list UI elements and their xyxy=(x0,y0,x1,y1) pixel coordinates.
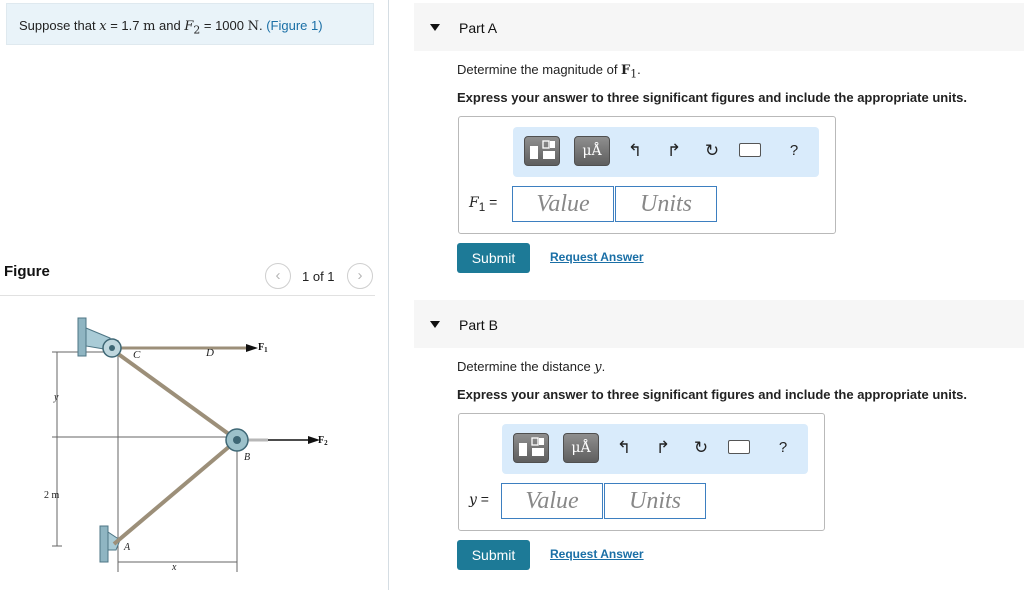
wall-support-bottom xyxy=(99,525,109,563)
caret-down-icon[interactable] xyxy=(430,321,440,328)
undo-icon[interactable]: ↰ xyxy=(613,436,635,460)
units-button[interactable]: μÅ xyxy=(563,433,599,463)
problem-unit-n: N xyxy=(247,19,259,34)
part-a-prompt-variable: F xyxy=(621,63,631,78)
caret-down-icon[interactable] xyxy=(430,24,440,31)
problem-statement: Suppose that x = 1.7 m and F2 = 1000 N. … xyxy=(6,3,374,45)
problem-x-value: = 1.7 xyxy=(106,18,144,33)
part-a-variable: F xyxy=(469,195,479,211)
part-a-submit-button[interactable]: Submit xyxy=(457,243,530,273)
keyboard-icon[interactable] xyxy=(739,143,761,157)
part-b-answer-box: μÅ ↰ ↱ ↻ ? y = Value Units xyxy=(458,413,825,531)
templates-button[interactable] xyxy=(524,136,560,166)
part-b-submit-button[interactable]: Submit xyxy=(457,540,530,570)
cable-cb xyxy=(108,346,239,442)
label-x: x xyxy=(171,562,177,573)
problem-f2-variable: F xyxy=(184,19,194,34)
templates-icon xyxy=(530,140,555,159)
pager-count: 1 of 1 xyxy=(302,269,335,284)
label-y: y xyxy=(53,392,59,403)
part-a-equals: = xyxy=(485,194,498,210)
part-b-instruction: Express your answer to three significant… xyxy=(457,387,967,402)
label-c: C xyxy=(133,349,141,361)
undo-icon[interactable]: ↰ xyxy=(624,139,646,163)
chevron-right-icon[interactable]: › xyxy=(347,263,373,289)
templates-button[interactable] xyxy=(513,433,549,463)
help-icon[interactable]: ? xyxy=(772,436,794,460)
part-a-prompt-text: Determine the magnitude of xyxy=(457,62,622,77)
cable-ab xyxy=(112,438,239,546)
part-a-prompt-period: . xyxy=(637,62,641,77)
left-column: Suppose that x = 1.7 m and F2 = 1000 N. … xyxy=(0,0,388,590)
problem-text-intro: Suppose that xyxy=(19,18,100,33)
part-a-value-input[interactable]: Value xyxy=(512,186,614,222)
problem-and: and xyxy=(155,18,185,33)
part-a-prompt: Determine the magnitude of F1. xyxy=(457,62,641,81)
redo-icon[interactable]: ↱ xyxy=(663,139,685,163)
redo-icon[interactable]: ↱ xyxy=(652,436,674,460)
part-a-units-input[interactable]: Units xyxy=(615,186,717,222)
part-b-variable: y xyxy=(469,492,477,508)
label-b: B xyxy=(244,452,250,463)
label-f2: F2 xyxy=(318,435,328,447)
label-f2-subscript: 2 xyxy=(324,439,328,447)
part-b-prompt-variable: y xyxy=(594,360,602,375)
label-a: A xyxy=(123,542,131,553)
help-icon[interactable]: ? xyxy=(783,139,805,163)
part-a-toolbar: μÅ ↰ ↱ ↻ ? xyxy=(513,127,819,177)
part-b-variable-label: y = xyxy=(469,491,489,508)
part-b-prompt: Determine the distance y. xyxy=(457,359,605,375)
label-d: D xyxy=(205,347,214,359)
figure-pager: ‹ 1 of 1 › xyxy=(265,263,375,289)
keyboard-icon[interactable] xyxy=(728,440,750,454)
part-b-units-input[interactable]: Units xyxy=(604,483,706,519)
part-b-header[interactable]: Part B xyxy=(414,300,1024,348)
label-f1-subscript: 1 xyxy=(264,346,268,354)
wall-support-top xyxy=(77,317,87,357)
part-a-title: Part A xyxy=(459,20,498,36)
figure-divider xyxy=(0,295,375,296)
figure-heading: Figure xyxy=(4,263,50,280)
pulley-b-hub xyxy=(233,436,241,444)
part-a-variable-label: F1 = xyxy=(469,194,497,214)
reset-icon[interactable]: ↻ xyxy=(701,139,723,163)
part-b-toolbar: μÅ ↰ ↱ ↻ ? xyxy=(502,424,808,474)
problem-f2-value: = 1000 xyxy=(200,18,248,33)
chevron-left-icon[interactable]: ‹ xyxy=(265,263,291,289)
problem-x-variable: x xyxy=(99,19,107,34)
arrowhead-f1 xyxy=(246,344,258,352)
part-b-prompt-period: . xyxy=(601,359,606,374)
reset-icon[interactable]: ↻ xyxy=(690,436,712,460)
problem-text: Suppose that x = 1.7 m and F2 = 1000 N. … xyxy=(19,18,323,37)
label-f1: F1 xyxy=(258,342,268,354)
mechanics-figure: C D B A F1 F2 y 2 m x xyxy=(44,317,328,573)
label-2m: 2 m xyxy=(44,490,60,501)
column-divider xyxy=(388,0,389,590)
part-b-value-input[interactable]: Value xyxy=(501,483,603,519)
pulley-c-hub xyxy=(109,345,115,351)
part-b-equals: = xyxy=(476,491,489,507)
figure-link[interactable]: (Figure 1) xyxy=(266,18,322,33)
part-a-request-answer-link[interactable]: Request Answer xyxy=(550,250,644,264)
part-b-prompt-text: Determine the distance xyxy=(457,359,595,374)
units-button[interactable]: μÅ xyxy=(574,136,610,166)
part-b-title: Part B xyxy=(459,317,498,333)
problem-unit-m: m xyxy=(143,19,156,34)
part-b-request-answer-link[interactable]: Request Answer xyxy=(550,547,644,561)
part-a-header[interactable]: Part A xyxy=(414,3,1024,51)
templates-icon xyxy=(519,437,544,456)
part-a-instruction: Express your answer to three significant… xyxy=(457,90,967,105)
part-a-answer-box: μÅ ↰ ↱ ↻ ? F1 = Value Units xyxy=(458,116,836,234)
